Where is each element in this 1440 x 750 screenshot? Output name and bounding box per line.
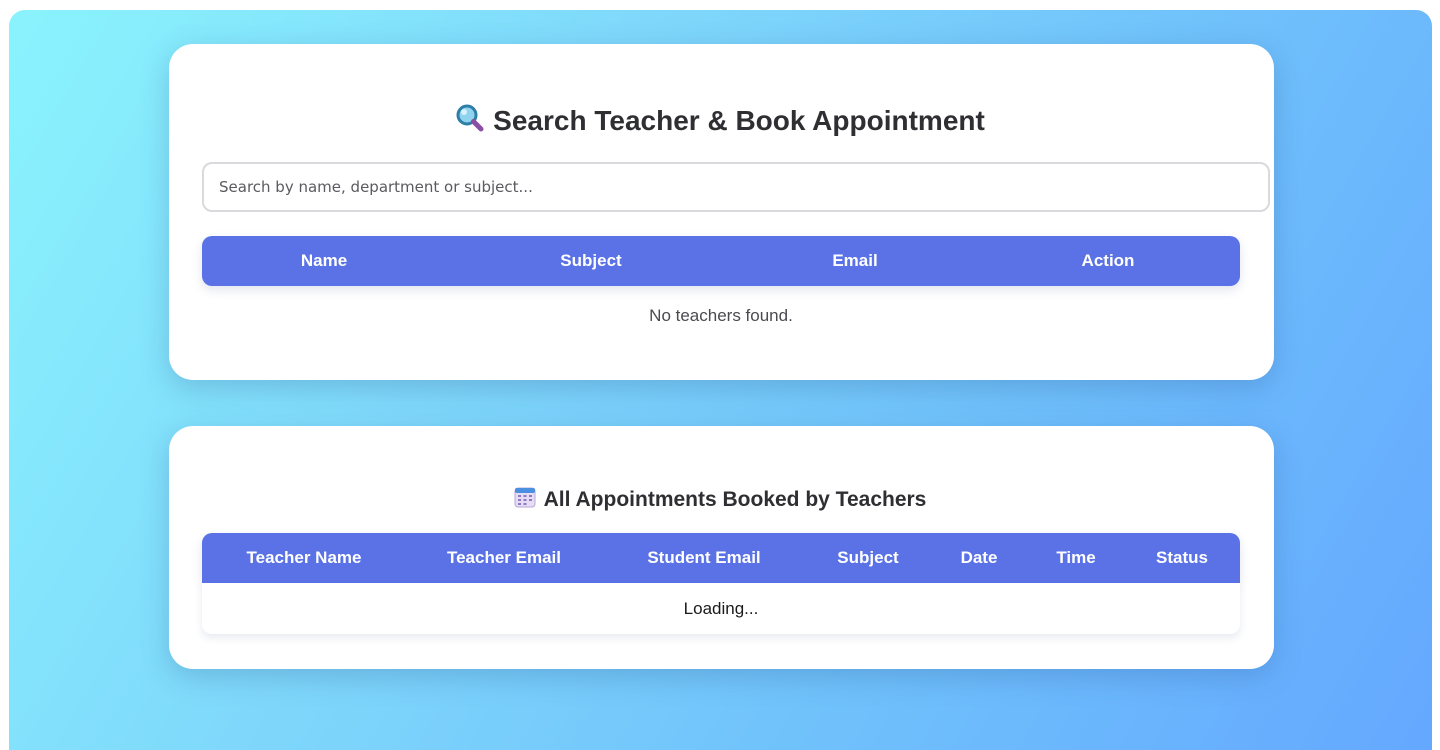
loading-message: Loading... bbox=[683, 599, 759, 618]
search-teacher-title: Search Teacher & Book Appointment bbox=[0, 103, 1440, 142]
search-teacher-card bbox=[169, 44, 1274, 380]
column-header-email: Email bbox=[832, 251, 878, 270]
column-header-student-email: Student Email bbox=[647, 548, 761, 567]
column-header-subject: Subject bbox=[837, 548, 899, 567]
magnifier-icon bbox=[455, 103, 485, 142]
column-header-teacher-name: Teacher Name bbox=[246, 548, 362, 567]
column-header-subject: Subject bbox=[560, 251, 622, 270]
appointments-title-text: All Appointments Booked by Teachers bbox=[543, 488, 927, 512]
teachers-table-header: Name Subject Email Action bbox=[202, 236, 1240, 286]
column-header-status: Status bbox=[1156, 548, 1208, 567]
no-teachers-message: No teachers found. bbox=[649, 306, 793, 325]
column-header-time: Time bbox=[1056, 548, 1096, 567]
search-teacher-title-text: Search Teacher & Book Appointment bbox=[493, 105, 985, 136]
appointments-table-body: Loading... bbox=[202, 583, 1240, 634]
calendar-icon bbox=[514, 486, 536, 515]
appointments-table-header: Teacher Name Teacher Email Student Email… bbox=[202, 533, 1240, 583]
appointments-title: All Appointments Booked by Teachers bbox=[0, 486, 1440, 515]
teacher-search-input[interactable] bbox=[202, 162, 1270, 212]
column-header-date: Date bbox=[960, 548, 998, 567]
column-header-action: Action bbox=[1081, 251, 1135, 270]
column-header-name: Name bbox=[300, 251, 348, 270]
column-header-teacher-email: Teacher Email bbox=[446, 548, 562, 567]
